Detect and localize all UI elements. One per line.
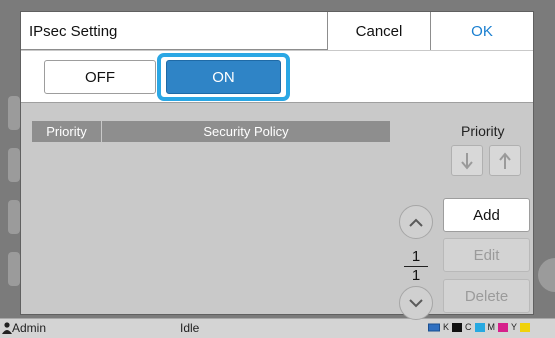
priority-down-button[interactable] [451,145,483,176]
ok-button[interactable]: OK [430,12,533,50]
arrow-up-icon [499,151,511,169]
total-pages: 1 [411,267,421,284]
background-tab [8,96,20,130]
arrow-down-icon [461,152,473,170]
ink-levels: K C M Y [428,322,531,332]
cancel-button[interactable]: Cancel [327,12,430,50]
chevron-down-icon [409,298,423,307]
priority-label: Priority [461,123,505,139]
background-tab [8,200,20,234]
column-priority: Priority [32,121,102,142]
on-button[interactable]: ON [166,60,281,94]
ink-cyan-swatch [474,322,485,332]
status-state: Idle [180,321,200,335]
background-tab [8,252,20,286]
priority-up-button[interactable] [489,145,521,176]
delete-button[interactable]: Delete [443,279,530,313]
policy-table-header: Priority Security Policy [32,121,390,142]
policy-panel: Priority Security Policy Priority 1 1 Ad… [21,104,533,320]
printer-icon [428,323,440,332]
page-down-button[interactable] [399,286,433,320]
off-button[interactable]: OFF [44,60,156,94]
ink-magenta-swatch [498,322,509,332]
page-up-button[interactable] [399,205,433,239]
current-page: 1 [411,248,421,265]
chevron-up-icon [409,218,423,227]
toggle-area: OFF ON [21,51,533,103]
column-security-policy: Security Policy [203,124,289,139]
background-tab [8,148,20,182]
status-user: Admin [12,321,47,335]
edit-button[interactable]: Edit [443,238,530,272]
dialog-title: IPsec Setting [29,23,118,40]
ipsec-setting-dialog: IPsec Setting Cancel OK OFF ON Priority … [20,11,534,320]
add-button[interactable]: Add [443,198,530,232]
dialog-title-bar: IPsec Setting Cancel OK [21,12,533,50]
user-icon [2,322,12,334]
ink-black-swatch [452,322,463,332]
ink-yellow-swatch [520,322,531,332]
